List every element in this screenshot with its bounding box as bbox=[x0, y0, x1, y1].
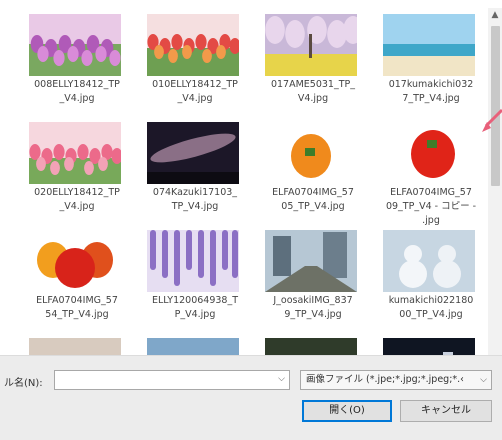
filename-input[interactable]: ⌵ bbox=[54, 370, 290, 390]
file-name-line: 074Kazuki17103_ bbox=[152, 187, 238, 198]
file-name-line: _V4.jpg bbox=[59, 201, 95, 212]
filename-label: ル名(N): bbox=[4, 378, 43, 389]
file-name-line: 00_TP_V4.jpg bbox=[399, 309, 463, 320]
file-name-line: 010ELLY18412_TP bbox=[152, 79, 238, 90]
file-name-line: 9_TP_V4.jpg bbox=[284, 309, 342, 320]
file-item[interactable]: ELFA0704IMG_57 09_TP_V4 - コピー - .jpg bbox=[372, 116, 488, 228]
file-name-line: ELFA0704IMG_57 bbox=[390, 187, 472, 198]
file-name: J_oosakiIMG_837 9_TP_V4.jpg bbox=[254, 294, 372, 322]
file-thumbnail bbox=[383, 230, 475, 292]
file-thumbnail bbox=[147, 122, 239, 184]
file-thumbnail bbox=[29, 14, 121, 76]
file-name-line: _V4.jpg bbox=[59, 93, 95, 104]
cancel-button[interactable]: キャンセル bbox=[400, 400, 492, 422]
file-name-line: J_oosakiIMG_837 bbox=[273, 295, 353, 306]
file-name: kumakichi022180 00_TP_V4.jpg bbox=[372, 294, 488, 322]
annotation-arrow-icon bbox=[482, 108, 502, 132]
file-name-line: 09_TP_V4 - コピー - bbox=[385, 201, 477, 212]
file-name-line: P_V4.jpg bbox=[174, 309, 216, 320]
file-item[interactable]: ELFA0704IMG_57 05_TP_V4.jpg bbox=[254, 116, 372, 228]
file-item[interactable]: ELLY120064938_T P_V4.jpg bbox=[136, 224, 254, 336]
file-name: 010ELLY18412_TP _V4.jpg bbox=[136, 78, 254, 106]
file-name: 017kumakichi032 7_TP_V4.jpg bbox=[372, 78, 488, 106]
file-thumbnail bbox=[147, 230, 239, 292]
file-name: 074Kazuki17103_ TP_V4.jpg bbox=[136, 186, 254, 214]
file-name-line: V4.jpg bbox=[297, 93, 329, 104]
chevron-down-icon[interactable]: ⌵ bbox=[278, 374, 285, 384]
file-name: 020ELLY18412_TP _V4.jpg bbox=[18, 186, 136, 214]
file-name-line: 020ELLY18412_TP bbox=[34, 187, 120, 198]
file-thumbnail bbox=[265, 14, 357, 76]
file-thumbnail bbox=[29, 122, 121, 184]
file-name-line: 7_TP_V4.jpg bbox=[402, 93, 460, 104]
file-thumbnail bbox=[29, 230, 121, 292]
file-item[interactable]: 017kumakichi032 7_TP_V4.jpg bbox=[372, 8, 488, 120]
file-name-line: ELFA0704IMG_57 bbox=[36, 295, 118, 306]
file-item[interactable]: 020ELLY18412_TP _V4.jpg bbox=[18, 116, 136, 228]
file-thumbnail bbox=[383, 14, 475, 76]
file-name: ELLY120064938_T P_V4.jpg bbox=[136, 294, 254, 322]
file-name-line: kumakichi022180 bbox=[388, 295, 474, 306]
file-thumbnail bbox=[147, 14, 239, 76]
file-name-line: 05_TP_V4.jpg bbox=[281, 201, 345, 212]
file-thumbnail bbox=[265, 122, 357, 184]
scroll-up-icon[interactable]: ▲ bbox=[488, 8, 502, 22]
dialog-footer: ル名(N): ⌵ 画像ファイル (*.jpe;*.jpg;*.jpeg;*.‹ … bbox=[0, 355, 502, 440]
vertical-scrollbar[interactable]: ▲ ⌄ bbox=[488, 8, 502, 364]
scrollbar-thumb[interactable] bbox=[491, 26, 500, 186]
file-name: ELFA0704IMG_57 09_TP_V4 - コピー - .jpg bbox=[372, 186, 488, 228]
file-name-line: 017kumakichi032 bbox=[388, 79, 474, 90]
file-thumbnail bbox=[383, 122, 475, 184]
chevron-down-icon[interactable]: ⌵ bbox=[480, 371, 487, 389]
file-name-line: ELFA0704IMG_57 bbox=[272, 187, 354, 198]
file-name-line: _V4.jpg bbox=[177, 93, 213, 104]
file-item[interactable]: J_oosakiIMG_837 9_TP_V4.jpg bbox=[254, 224, 372, 336]
file-item[interactable]: 008ELLY18412_TP _V4.jpg bbox=[18, 8, 136, 120]
file-name: ELFA0704IMG_57 05_TP_V4.jpg bbox=[254, 186, 372, 214]
file-name-line: 54_TP_V4.jpg bbox=[45, 309, 109, 320]
file-item[interactable]: 010ELLY18412_TP _V4.jpg bbox=[136, 8, 254, 120]
file-item[interactable]: 074Kazuki17103_ TP_V4.jpg bbox=[136, 116, 254, 228]
file-item[interactable]: kumakichi022180 00_TP_V4.jpg bbox=[372, 224, 488, 336]
file-name-line: ELLY120064938_T bbox=[151, 295, 239, 306]
file-thumbnail bbox=[265, 230, 357, 292]
file-name: ELFA0704IMG_57 54_TP_V4.jpg bbox=[18, 294, 136, 322]
open-button[interactable]: 開く(O) bbox=[302, 400, 392, 422]
filetype-select[interactable]: 画像ファイル (*.jpe;*.jpg;*.jpeg;*.‹ ⌵ bbox=[300, 370, 492, 390]
filetype-value: 画像ファイル (*.jpe;*.jpg;*.jpeg;*.‹ bbox=[306, 374, 464, 385]
file-item[interactable]: ELFA0704IMG_57 54_TP_V4.jpg bbox=[18, 224, 136, 336]
file-name-line: 008ELLY18412_TP bbox=[34, 79, 120, 90]
file-name-line: 017AME5031_TP_ bbox=[270, 79, 356, 90]
file-grid: 008ELLY18412_TP _V4.jpg 010ELLY18412_TP _V4… bbox=[18, 8, 488, 363]
file-name: 008ELLY18412_TP _V4.jpg bbox=[18, 78, 136, 106]
file-item[interactable]: 017AME5031_TP_ V4.jpg bbox=[254, 8, 372, 120]
file-name-line: TP_V4.jpg bbox=[171, 201, 219, 212]
file-open-dialog: 008ELLY18412_TP _V4.jpg 010ELLY18412_TP _V4… bbox=[0, 0, 502, 440]
file-name: 017AME5031_TP_ V4.jpg bbox=[254, 78, 372, 106]
